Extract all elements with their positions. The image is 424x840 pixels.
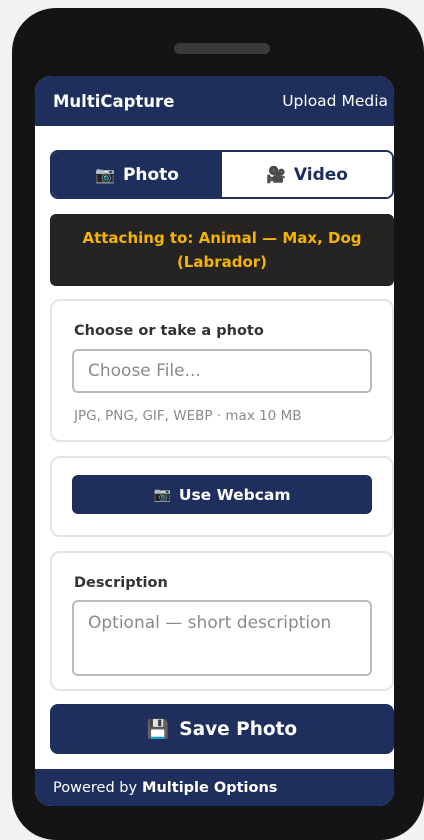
tab-video-label: Video <box>293 164 348 185</box>
app-header: MultiCapture Upload Media <box>35 76 394 126</box>
use-webcam-label: Use Webcam <box>178 485 291 504</box>
description-input[interactable]: Optional — short description <box>72 600 372 676</box>
file-format-hint: JPG, PNG, GIF, WEBP · max 10 MB <box>74 408 302 424</box>
media-type-toggle: 📷 Photo 🎥 Video <box>50 150 394 199</box>
save-photo-label: Save Photo <box>179 718 298 740</box>
webcam-card: 📷 Use Webcam <box>50 456 394 537</box>
file-upload-label: Choose or take a photo <box>74 323 264 339</box>
tab-video[interactable]: 🎥 Video <box>222 152 392 197</box>
save-photo-button[interactable]: 💾 Save Photo <box>50 704 394 754</box>
file-input[interactable]: Choose File... <box>72 349 372 393</box>
tab-photo[interactable]: 📷 Photo <box>52 152 222 197</box>
description-label: Description <box>74 575 168 591</box>
footer-prefix: Powered by <box>53 779 138 796</box>
app-footer: Powered by Multiple Options <box>35 769 394 806</box>
file-upload-card: Choose or take a photo Choose File... JP… <box>50 299 394 442</box>
use-webcam-button[interactable]: 📷 Use Webcam <box>72 475 372 514</box>
floppy-disk-icon: 💾 <box>146 718 170 740</box>
video-camera-icon: 🎥 <box>266 165 286 184</box>
phone-frame: MultiCapture Upload Media 📷 Photo 🎥 Vide… <box>12 8 424 840</box>
phone-notch <box>174 43 270 54</box>
page-subtitle: Upload Media <box>282 92 388 110</box>
camera-icon: 📷 <box>95 165 115 184</box>
camera-icon: 📷 <box>153 486 171 503</box>
description-card: Description Optional — short description <box>50 551 394 691</box>
tab-photo-label: Photo <box>122 164 179 185</box>
footer-brand: Multiple Options <box>142 779 278 796</box>
attach-banner: Attaching to: Animal — Max, Dog (Labrado… <box>50 214 394 286</box>
app-title: MultiCapture <box>53 91 175 111</box>
app-screen: MultiCapture Upload Media 📷 Photo 🎥 Vide… <box>35 76 394 806</box>
